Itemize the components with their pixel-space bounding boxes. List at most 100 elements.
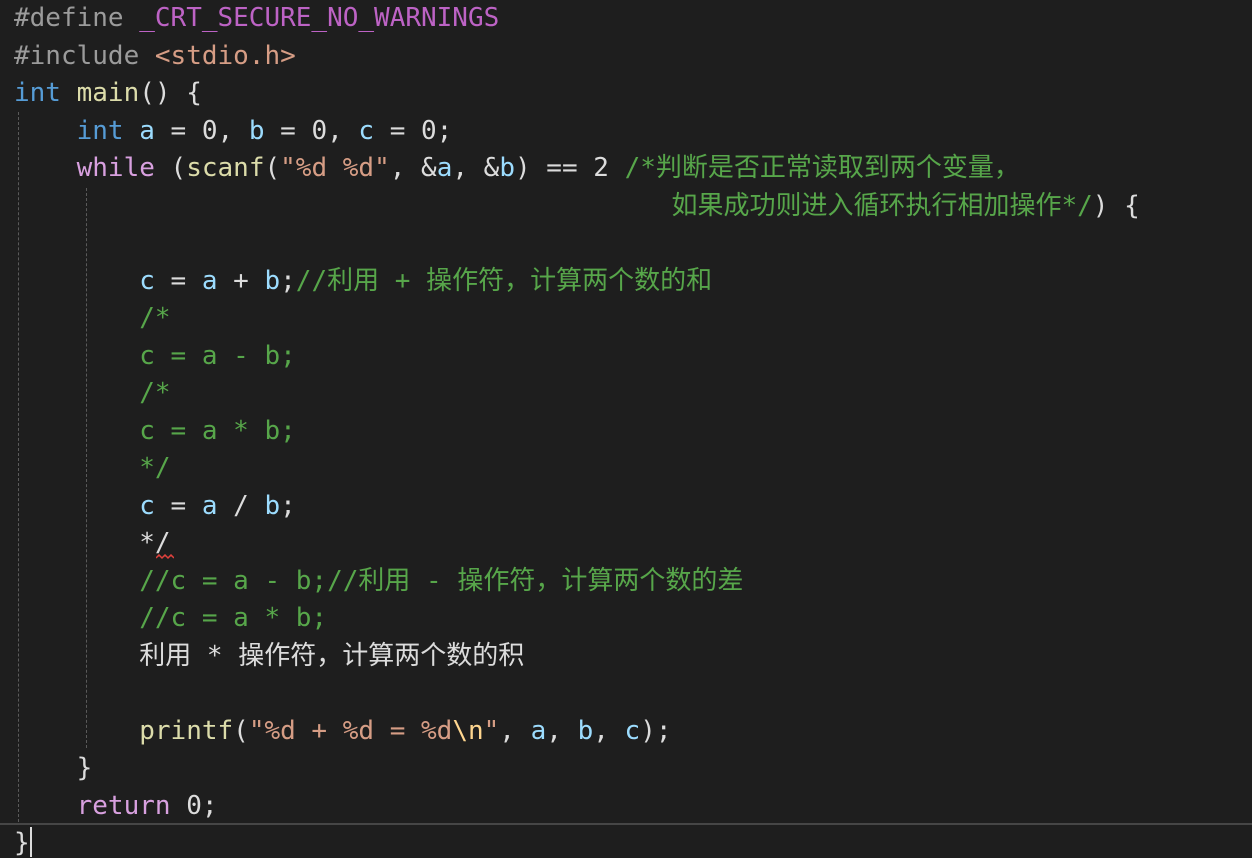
- code-token: ,: [593, 715, 625, 746]
- code-line: return 0;: [0, 788, 1252, 826]
- code-token: ,: [546, 715, 578, 746]
- code-line: #include <stdio.h>: [0, 38, 1252, 76]
- code-line: */: [0, 525, 1252, 563]
- code-token: ) == 2: [514, 153, 625, 183]
- code-token: int: [14, 78, 61, 108]
- code-token: //c = a - b;//利用 - 操作符，计算两个数的差: [139, 565, 744, 596]
- code-token: = 0;: [374, 115, 453, 146]
- code-token: "%d + %d = %d: [248, 715, 453, 746]
- code-token: +: [217, 265, 265, 296]
- code-token: /*: [139, 303, 171, 333]
- code-token: 0;: [170, 790, 218, 821]
- code-line: c = a * b;: [0, 413, 1252, 451]
- code-line: c = a + b;//利用 + 操作符，计算两个数的和: [0, 263, 1252, 301]
- code-token: <stdio.h>: [154, 40, 296, 71]
- code-token: = 0,: [154, 115, 249, 146]
- code-token: (: [264, 153, 281, 183]
- code-token: c: [139, 265, 155, 296]
- code-token: b: [499, 153, 515, 183]
- code-token: printf: [139, 715, 234, 746]
- code-line: //c = a - b;//利用 - 操作符，计算两个数的差: [0, 563, 1252, 601]
- code-line: c = a / b;: [0, 488, 1252, 526]
- code-token: /: [217, 490, 265, 521]
- code-token: = 0,: [264, 115, 359, 146]
- code-token: , &: [389, 153, 437, 183]
- code-token: ;: [280, 265, 296, 296]
- code-token: ) {: [1092, 190, 1140, 221]
- code-token: return: [76, 790, 171, 821]
- code-token: );: [640, 715, 672, 746]
- code-token: 利用 * 操作符，计算两个数的积: [139, 640, 525, 671]
- code-token: c: [624, 715, 641, 746]
- code-token: /*判断是否正常读取到两个变量，: [624, 153, 1020, 183]
- code-token: c: [358, 115, 375, 146]
- code-line: c = a - b;: [0, 338, 1252, 376]
- code-line: */: [0, 450, 1252, 488]
- code-token: =: [154, 265, 202, 296]
- code-token: , &: [452, 153, 500, 183]
- code-token: a: [436, 153, 453, 183]
- code-token: a: [201, 490, 218, 521]
- code-token: }: [14, 753, 93, 783]
- code-token: ,: [499, 715, 531, 746]
- code-token: ": [483, 715, 500, 746]
- code-token: //c = a * b;: [139, 603, 328, 633]
- text-caret: [30, 827, 32, 857]
- code-line: }: [0, 750, 1252, 788]
- code-token: 如果成功则进入循环执行相加操作*/: [671, 190, 1093, 221]
- code-token: main: [76, 78, 140, 108]
- code-token: while: [76, 153, 155, 183]
- code-token: c = a - b;: [139, 340, 296, 371]
- code-line: 如果成功则进入循环执行相加操作*/) {: [0, 188, 1252, 226]
- code-token: a: [530, 715, 547, 746]
- code-line: 利用 * 操作符，计算两个数的积: [0, 638, 1252, 676]
- code-token: ;: [280, 490, 296, 521]
- code-token: =: [154, 490, 202, 521]
- code-token: scanf: [186, 153, 265, 183]
- code-line: #define _CRT_SECURE_NO_WARNINGS: [0, 0, 1252, 38]
- code-token: int: [76, 115, 124, 146]
- code-token: b: [264, 265, 281, 296]
- code-token: #define: [14, 3, 140, 33]
- code-token: }: [14, 828, 30, 858]
- code-token: _CRT_SECURE_NO_WARNINGS: [139, 3, 500, 33]
- code-token: a: [201, 265, 218, 296]
- code-token: //利用 + 操作符，计算两个数的和: [295, 265, 713, 296]
- code-token: #include: [14, 40, 155, 71]
- code-token: a: [139, 115, 155, 146]
- code-line: /*: [0, 375, 1252, 413]
- code-token: c = a * b;: [139, 415, 296, 446]
- code-line: int a = 0, b = 0, c = 0;: [0, 113, 1252, 151]
- code-line: /*: [0, 300, 1252, 338]
- code-token: (: [154, 153, 187, 183]
- code-line: printf("%d + %d = %d\n", a, b, c);: [0, 713, 1252, 751]
- error-squiggle: [156, 554, 174, 560]
- code-line: while (scanf("%d %d", &a, &b) == 2 /*判断是…: [0, 150, 1252, 188]
- code-token: */: [139, 453, 171, 483]
- code-token: b: [248, 115, 265, 146]
- code-line: //c = a * b;: [0, 600, 1252, 638]
- code-token: () {: [139, 78, 202, 108]
- code-editor[interactable]: #define _CRT_SECURE_NO_WARNINGS #include …: [0, 0, 1252, 858]
- code-token: \n: [452, 715, 484, 746]
- code-token: /*: [139, 378, 171, 408]
- code-token: "%d %d": [280, 153, 390, 183]
